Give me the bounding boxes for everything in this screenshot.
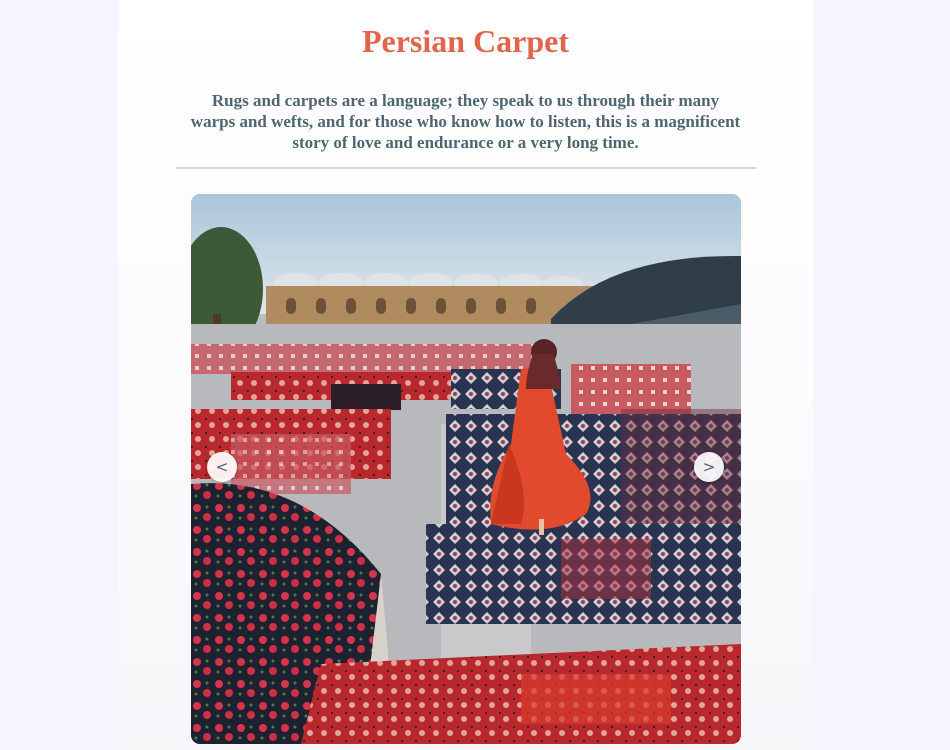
page-title: Persian Carpet bbox=[361, 23, 570, 59]
divider bbox=[176, 167, 756, 169]
carousel-next-button[interactable]: > bbox=[694, 452, 724, 482]
content-panel: Persian Carpet Rugs and carpets are a la… bbox=[118, 0, 813, 750]
intro-paragraph: Rugs and carpets are a language; they sp… bbox=[190, 91, 741, 152]
carousel-prev-button[interactable]: < bbox=[207, 452, 237, 482]
image-carousel[interactable]: < > bbox=[191, 194, 741, 744]
carousel-image bbox=[191, 194, 741, 744]
